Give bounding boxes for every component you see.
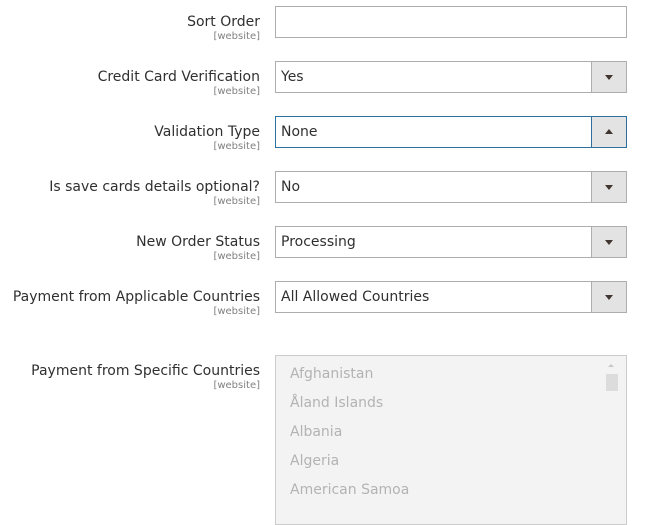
- field-scope: [website]: [213, 380, 260, 391]
- select-toggle-button[interactable]: [591, 227, 626, 257]
- validation-type-label: Validation Type [website]: [154, 123, 260, 153]
- credit-card-verification-select[interactable]: Yes: [275, 61, 627, 93]
- field-scope: [website]: [213, 251, 260, 262]
- select-toggle-button[interactable]: [591, 62, 626, 92]
- scroll-up-arrow-icon[interactable]: [608, 364, 614, 367]
- scrollbar-thumb[interactable]: [606, 374, 618, 391]
- field-scope: [website]: [213, 31, 260, 42]
- specific-countries-multiselect[interactable]: Afghanistan Åland Islands Albania Algeri…: [275, 355, 627, 525]
- field-title: Credit Card Verification: [97, 69, 260, 85]
- field-title: Validation Type: [154, 124, 260, 140]
- chevron-down-icon: [605, 295, 613, 300]
- select-toggle-button[interactable]: [591, 117, 626, 147]
- country-option[interactable]: Algeria: [290, 453, 339, 469]
- select-toggle-button[interactable]: [591, 172, 626, 202]
- applicable-countries-select[interactable]: All Allowed Countries: [275, 281, 627, 313]
- country-option[interactable]: American Samoa: [290, 482, 409, 498]
- select-value: No: [281, 179, 301, 195]
- field-title: Payment from Applicable Countries: [12, 289, 260, 305]
- field-scope: [website]: [213, 86, 260, 97]
- chevron-down-icon: [605, 75, 613, 80]
- select-value: All Allowed Countries: [281, 289, 430, 305]
- new-order-status-select[interactable]: Processing: [275, 226, 627, 258]
- field-title: New Order Status: [136, 234, 260, 250]
- field-title: Payment from Specific Countries: [31, 363, 260, 379]
- chevron-up-icon: [605, 129, 613, 134]
- field-scope: [website]: [213, 141, 260, 152]
- select-value: None: [281, 124, 318, 140]
- field-scope: [website]: [213, 196, 260, 207]
- select-toggle-button[interactable]: [591, 282, 626, 312]
- field-title: Sort Order: [187, 14, 260, 30]
- country-option[interactable]: Albania: [290, 424, 342, 440]
- validation-type-select[interactable]: None: [275, 116, 627, 148]
- applicable-countries-label: Payment from Applicable Countries [websi…: [13, 288, 260, 318]
- new-order-status-label: New Order Status [website]: [136, 233, 260, 263]
- country-option[interactable]: Åland Islands: [290, 395, 383, 411]
- multiselect-scrollbar[interactable]: [604, 360, 618, 520]
- field-scope: [website]: [213, 306, 260, 317]
- field-title: Is save cards details optional?: [49, 179, 260, 195]
- save-cards-optional-select[interactable]: No: [275, 171, 627, 203]
- sort-order-label: Sort Order [website]: [187, 13, 260, 43]
- specific-countries-label: Payment from Specific Countries [website…: [31, 362, 260, 392]
- chevron-down-icon: [605, 240, 613, 245]
- country-option[interactable]: Afghanistan: [290, 366, 373, 382]
- save-cards-optional-label: Is save cards details optional? [website…: [49, 178, 260, 208]
- select-value: Yes: [281, 69, 304, 85]
- select-value: Processing: [281, 234, 356, 250]
- chevron-down-icon: [605, 185, 613, 190]
- sort-order-input[interactable]: [275, 6, 627, 38]
- credit-card-verification-label: Credit Card Verification [website]: [98, 68, 260, 98]
